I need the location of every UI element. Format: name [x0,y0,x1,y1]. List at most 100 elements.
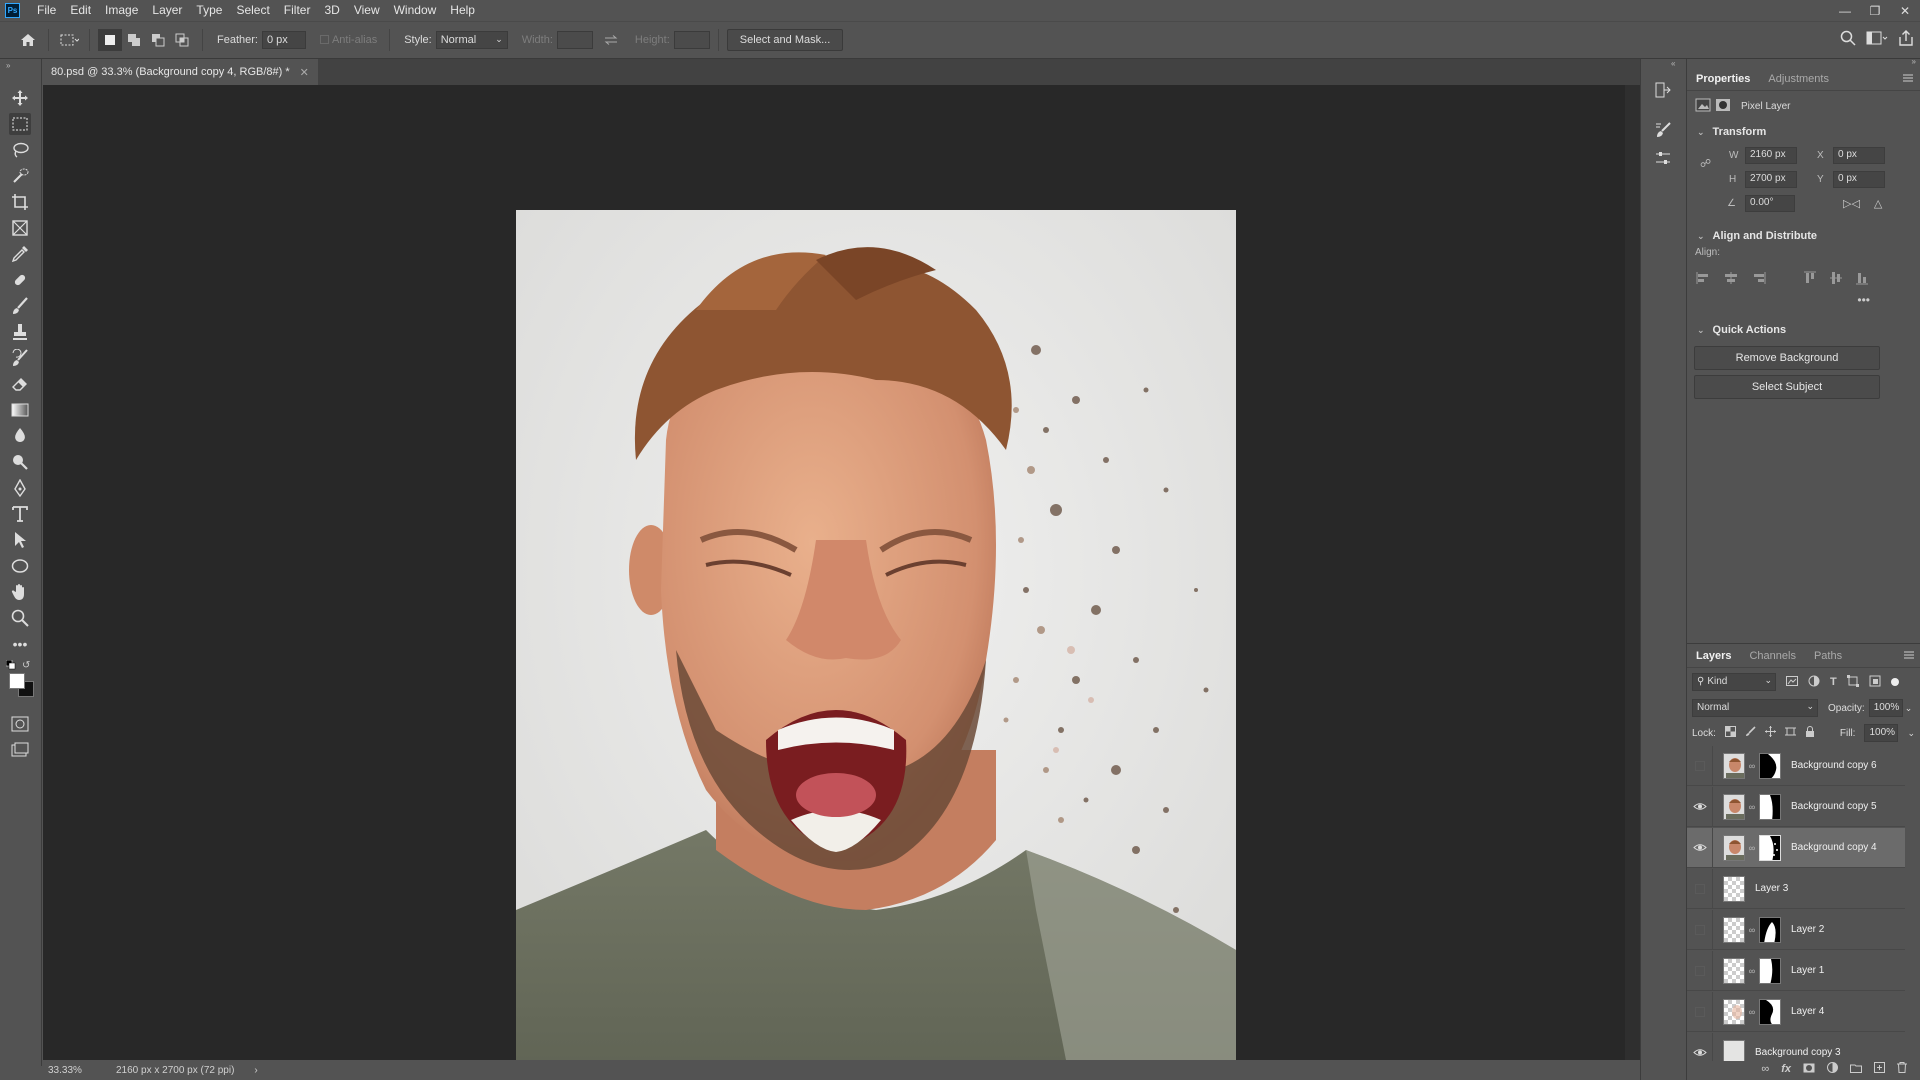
new-group-icon[interactable] [1850,1063,1862,1076]
mask-link-icon[interactable]: ∞ [1747,966,1757,976]
width-field[interactable]: 2160 px [1745,146,1797,164]
select-subject-button[interactable]: Select Subject [1694,375,1880,399]
menu-view[interactable]: View [347,0,387,21]
blur-tool-icon[interactable] [9,425,31,447]
default-colors-icon[interactable] [5,659,16,673]
restore-icon[interactable]: ❐ [1860,0,1890,21]
layer-row-background-copy-3[interactable]: Background copy 3 [1687,1032,1905,1061]
panel-menu-icon[interactable] [1902,73,1914,86]
close-window-icon[interactable]: ✕ [1890,0,1920,21]
new-layer-icon[interactable] [1874,1062,1885,1076]
healing-brush-tool-icon[interactable] [9,269,31,291]
layer-row-layer-3[interactable]: Layer 3 [1687,868,1905,909]
history-brush-tool-icon[interactable] [9,347,31,369]
layer-row-layer-4[interactable]: ∞ Layer 4 [1687,991,1905,1032]
clone-stamp-tool-icon[interactable] [9,321,31,343]
add-to-selection-icon[interactable] [122,29,146,51]
visibility-toggle[interactable] [1687,868,1713,909]
mask-link-icon[interactable]: ∞ [1747,802,1757,812]
swap-colors-icon[interactable]: ↺ [22,660,30,671]
crop-tool-icon[interactable] [9,191,31,213]
align-right-icon[interactable] [1751,271,1767,288]
menu-image[interactable]: Image [98,0,145,21]
layer-row-layer-2[interactable]: ∞ Layer 2 [1687,909,1905,950]
angle-field[interactable]: 0.00° [1745,194,1795,212]
mask-link-icon[interactable]: ∞ [1747,843,1757,853]
opacity-field[interactable]: 100% [1868,699,1903,717]
filter-smart-object-icon[interactable] [1869,675,1881,690]
zoom-tool-icon[interactable] [9,607,31,629]
transform-section-header[interactable]: ⌄ Transform [1687,121,1920,143]
tab-adjustments[interactable]: Adjustments [1759,67,1838,91]
visibility-toggle[interactable] [1687,909,1713,950]
lock-all-icon[interactable] [1805,725,1815,741]
mask-link-icon[interactable]: ∞ [1747,761,1757,771]
align-bottom-icon[interactable] [1855,270,1869,289]
height-field[interactable]: 2700 px [1745,170,1797,188]
layer-row-background-copy-5[interactable]: ∞ Background copy 5 [1687,786,1905,827]
layer-mask-icon[interactable] [1715,98,1731,115]
menu-layer[interactable]: Layer [145,0,189,21]
link-dimensions-icon[interactable]: ☍ [1700,157,1711,170]
collapse-toolbar-icon[interactable]: » [6,61,10,70]
lock-position-icon[interactable] [1764,726,1776,740]
visibility-toggle[interactable] [1687,827,1713,868]
collapse-panels-icon[interactable]: » [1912,57,1916,66]
adjustments-sliders-icon[interactable] [1652,147,1674,169]
tab-layers[interactable]: Layers [1687,644,1740,668]
menu-window[interactable]: Window [387,0,444,21]
feather-input[interactable]: 0 px [261,31,306,49]
status-more-icon[interactable]: › [254,1065,257,1076]
align-section-header[interactable]: ⌄ Align and Distribute [1687,225,1920,247]
blend-mode-select[interactable]: Normal ⌄ [1692,699,1818,717]
flip-vertical-icon[interactable]: △ [1874,197,1882,210]
fill-dropdown-icon[interactable]: ⌄ [1907,728,1915,739]
fill-field[interactable]: 100% [1864,724,1899,742]
menu-edit[interactable]: Edit [63,0,98,21]
align-top-icon[interactable] [1803,270,1817,289]
x-field[interactable]: 0 px [1833,146,1885,164]
select-and-mask-button[interactable]: Select and Mask... [726,29,844,51]
menu-help[interactable]: Help [443,0,482,21]
align-horizontal-center-icon[interactable] [1723,271,1739,288]
menu-filter[interactable]: Filter [277,0,318,21]
menu-3d[interactable]: 3D [317,0,346,21]
document-canvas[interactable] [516,210,1236,1080]
ellipse-tool-icon[interactable] [9,555,31,577]
share-icon[interactable] [1898,30,1914,49]
brush-settings-panel-icon[interactable] [1652,119,1674,141]
more-options-icon[interactable]: ••• [1687,293,1920,311]
y-field[interactable]: 0 px [1833,170,1885,188]
move-tool-icon[interactable] [9,87,31,109]
subtract-from-selection-icon[interactable] [146,29,170,51]
menu-select[interactable]: Select [229,0,276,21]
align-left-icon[interactable] [1695,271,1711,288]
antialias-checkbox[interactable]: Anti-alias [319,34,377,46]
new-selection-icon[interactable] [98,29,122,51]
gradient-tool-icon[interactable] [9,399,31,421]
home-icon[interactable] [16,29,40,51]
history-panel-icon[interactable] [1652,79,1674,101]
document-tab[interactable]: 80.psd @ 33.3% (Background copy 4, RGB/8… [43,59,318,85]
dodge-tool-icon[interactable] [9,451,31,473]
visibility-toggle[interactable] [1687,746,1713,786]
opacity-dropdown-icon[interactable]: ⌄ [1905,703,1913,714]
filter-type-icon[interactable]: T [1830,676,1837,688]
hand-tool-icon[interactable] [9,581,31,603]
filter-toggle-icon[interactable] [1890,678,1899,686]
layers-panel-menu-icon[interactable] [1903,650,1915,663]
marquee-preset-icon[interactable] [57,29,81,51]
rectangular-marquee-tool-icon[interactable] [9,113,31,135]
workspace-icon[interactable] [1866,30,1888,49]
quick-mask-icon[interactable] [9,713,31,735]
link-layers-icon[interactable]: ∞ [1761,1063,1769,1075]
close-tab-icon[interactable]: ✕ [300,66,309,79]
lasso-tool-icon[interactable] [9,139,31,161]
remove-background-button[interactable]: Remove Background [1694,346,1880,370]
minimize-icon[interactable]: — [1830,0,1860,21]
width-input[interactable] [556,31,593,49]
align-vertical-center-icon[interactable] [1829,270,1843,289]
add-mask-icon[interactable] [1803,1063,1815,1076]
zoom-level[interactable]: 33.33% [48,1065,98,1076]
quick-actions-section-header[interactable]: ⌄ Quick Actions [1687,319,1920,341]
